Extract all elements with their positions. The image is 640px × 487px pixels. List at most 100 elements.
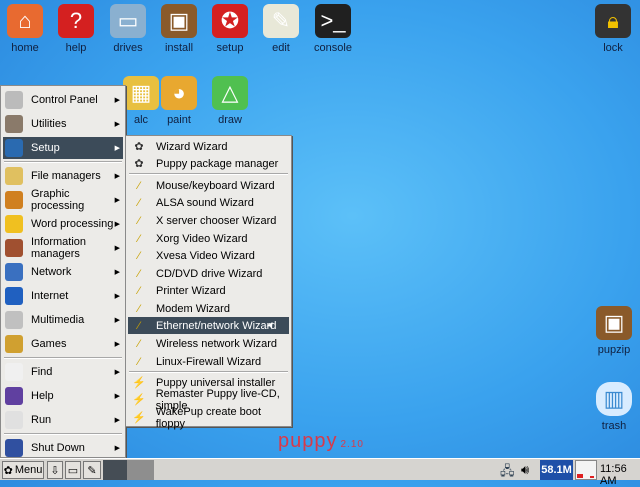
package-icon: ▣ (161, 4, 197, 38)
menu-separator (4, 433, 122, 435)
submenu-item-x-server-chooser-wizard[interactable]: ⁄ X server chooser Wizard (128, 212, 289, 229)
desktop-icon-help[interactable]: ? help (48, 4, 104, 54)
network-icon (5, 263, 23, 281)
games-icon (5, 335, 23, 353)
lightning-icon: ⚡ (132, 377, 146, 389)
menu-item-network[interactable]: Network ▶ (3, 261, 123, 283)
desktop-icon-setup[interactable]: ✪ setup (202, 4, 258, 54)
menu-item-run[interactable]: Run ▶ (3, 409, 123, 431)
shut-down-icon (5, 439, 23, 457)
information-managers-icon (5, 239, 23, 257)
setup-submenu: ✿ Wizard Wizard ✿ Puppy package manager ⁄ Mou… (125, 135, 292, 430)
menu-item-find[interactable]: Find ▶ (3, 361, 123, 383)
menu-item-help[interactable]: Help ▶ (3, 385, 123, 407)
draw-icon: △ (212, 76, 248, 110)
menu-item-games[interactable]: Games ▶ (3, 333, 123, 355)
menu-item-control-panel[interactable]: Control Panel ▶ (3, 89, 123, 111)
editor-button[interactable]: ✎ (83, 461, 101, 479)
magic-wand-icon: ⁄ (138, 214, 140, 227)
puppy-paw-icon: ✿ (3, 464, 13, 477)
submenu-item-xorg-video-wizard[interactable]: ⁄ Xorg Video Wizard (128, 230, 289, 247)
magic-wand-icon: ⁄ (138, 302, 140, 315)
desktop-icon-draw[interactable]: △ draw (202, 76, 258, 126)
pager-desktop-1[interactable] (103, 460, 127, 480)
menu-item-setup[interactable]: Setup ▶ (3, 137, 123, 159)
usb-drive-icon: ▭ (110, 4, 146, 38)
puppy-icon: ✿ (134, 141, 144, 153)
edit-icon: ✎ (87, 464, 97, 477)
volume-icon[interactable]: 🔊︎ (521, 462, 529, 478)
submenu-arrow-icon: ▶ (114, 197, 120, 204)
taskbar: ✿ Menu ⇩ ▭ ✎ 🖧 🔊︎ 58.1M 11:56 AM (0, 458, 640, 487)
submenu-arrow-icon: ▶ (114, 417, 120, 424)
menu-item-internet[interactable]: Internet ▶ (3, 285, 123, 307)
menu-item-file-managers[interactable]: File managers ▶ (3, 165, 123, 187)
home-icon: ⌂ (7, 4, 43, 38)
submenu-arrow-icon: ▶ (114, 369, 120, 376)
submenu-arrow-icon: ▶ (114, 221, 120, 228)
magic-wand-icon: ⁄ (138, 355, 140, 368)
submenu-arrow-icon: ▶ (114, 393, 120, 400)
menu-separator (129, 371, 288, 373)
desktop-icon-pupzip[interactable]: ▣ pupzip (586, 306, 640, 356)
puppy-logo: puppy 2.10 (278, 430, 364, 452)
magic-wand-icon: ⁄ (138, 284, 140, 297)
network-icon[interactable]: 🖧 (500, 462, 515, 484)
submenu-arrow-icon: ▶ (114, 145, 120, 152)
magic-wand-icon: ⁄ (138, 337, 140, 350)
menu-item-utilities[interactable]: Utilities ▶ (3, 113, 123, 135)
internet-icon (5, 287, 23, 305)
submenu-item-mouse-keyboard-wizard[interactable]: ⁄ Mouse/keyboard Wizard (128, 177, 289, 194)
submenu-item-alsa-sound-wizard[interactable]: ⁄ ALSA sound Wizard (128, 194, 289, 211)
setup-icon: ✪ (212, 4, 248, 38)
menu-item-shut-down[interactable]: Shut Down ▶ (3, 437, 123, 459)
show-desktop-button[interactable]: ⇩ (47, 461, 63, 479)
edit-icon: ✎ (263, 4, 299, 38)
desktop-icon-paint[interactable]: ◕ paint (151, 76, 207, 126)
menu-item-graphic-processing[interactable]: Graphic processing ▶ (3, 188, 123, 212)
submenu-item-printer-wizard[interactable]: ⁄ Printer Wizard (128, 282, 289, 299)
desktop-icon-trash[interactable]: ▥ trash (586, 382, 640, 432)
help-icon (5, 387, 23, 405)
submenu-item-ethernet-network-wizard[interactable]: ⁄ Ethernet/network Wizard ➤ (128, 317, 289, 334)
menu-item-multimedia[interactable]: Multimedia ▶ (3, 309, 123, 331)
submenu-arrow-icon: ▶ (114, 293, 120, 300)
desktop-icon-console[interactable]: >_ console (305, 4, 361, 54)
magic-wand-icon: ⁄ (138, 319, 140, 332)
setup-icon (5, 139, 23, 157)
control-panel-icon (5, 91, 23, 109)
clock[interactable]: 11:56 AM (600, 463, 640, 487)
menu-button[interactable]: ✿ Menu (2, 461, 44, 479)
desktop-icon-home[interactable]: ⌂ home (0, 4, 53, 54)
submenu-item-wireless-network-wizard[interactable]: ⁄ Wireless network Wizard (128, 335, 289, 352)
submenu-arrow-icon: ▶ (114, 173, 120, 180)
graphic-processing-icon (5, 191, 23, 209)
submenu-item-cd-dvd-drive-wizard[interactable]: ⁄ CD/DVD drive Wizard (128, 265, 289, 282)
submenu-item-modem-wizard[interactable]: ⁄ Modem Wizard (128, 300, 289, 317)
magic-wand-icon: ⁄ (138, 179, 140, 192)
submenu-item-linux-firewall-wizard[interactable]: ⁄ Linux-Firewall Wizard (128, 353, 289, 370)
paint-palette-icon: ◕ (161, 76, 197, 110)
window-button[interactable]: ▭ (65, 461, 81, 479)
submenu-arrow-icon: ▶ (114, 269, 120, 276)
menu-item-information-managers[interactable]: Information managers ▶ (3, 236, 123, 260)
submenu-item-wizard-wizard[interactable]: ✿ Wizard Wizard (128, 138, 289, 155)
desktop-icon-drives[interactable]: ▭ drives (100, 4, 156, 54)
puppy-icon: ✿ (134, 158, 144, 170)
submenu-item-wakepup-create-boot-floppy[interactable]: ⚡ WakePup create boot floppy (128, 406, 289, 430)
menu-item-word-processing[interactable]: Word processing ▶ (3, 213, 123, 235)
pager-desktop-2[interactable] (127, 460, 154, 480)
desktop-icon-install[interactable]: ▣ install (151, 4, 207, 54)
submenu-item-xvesa-video-wizard[interactable]: ⁄ Xvesa Video Wizard (128, 247, 289, 264)
submenu-item-puppy-package-manager[interactable]: ✿ Puppy package manager (128, 155, 289, 172)
multimedia-icon (5, 311, 23, 329)
desktop-icon-edit[interactable]: ✎ edit (253, 4, 309, 54)
submenu-arrow-icon: ▶ (114, 317, 120, 324)
menu-separator (129, 173, 288, 175)
menu-separator (4, 357, 122, 359)
desktop-icon-lock[interactable]: 🔒︎ lock (585, 4, 640, 54)
window-icon: ▭ (67, 464, 79, 477)
menu-separator (4, 161, 122, 163)
cpu-monitor (575, 460, 597, 480)
submenu-arrow-icon: ▶ (114, 245, 120, 252)
